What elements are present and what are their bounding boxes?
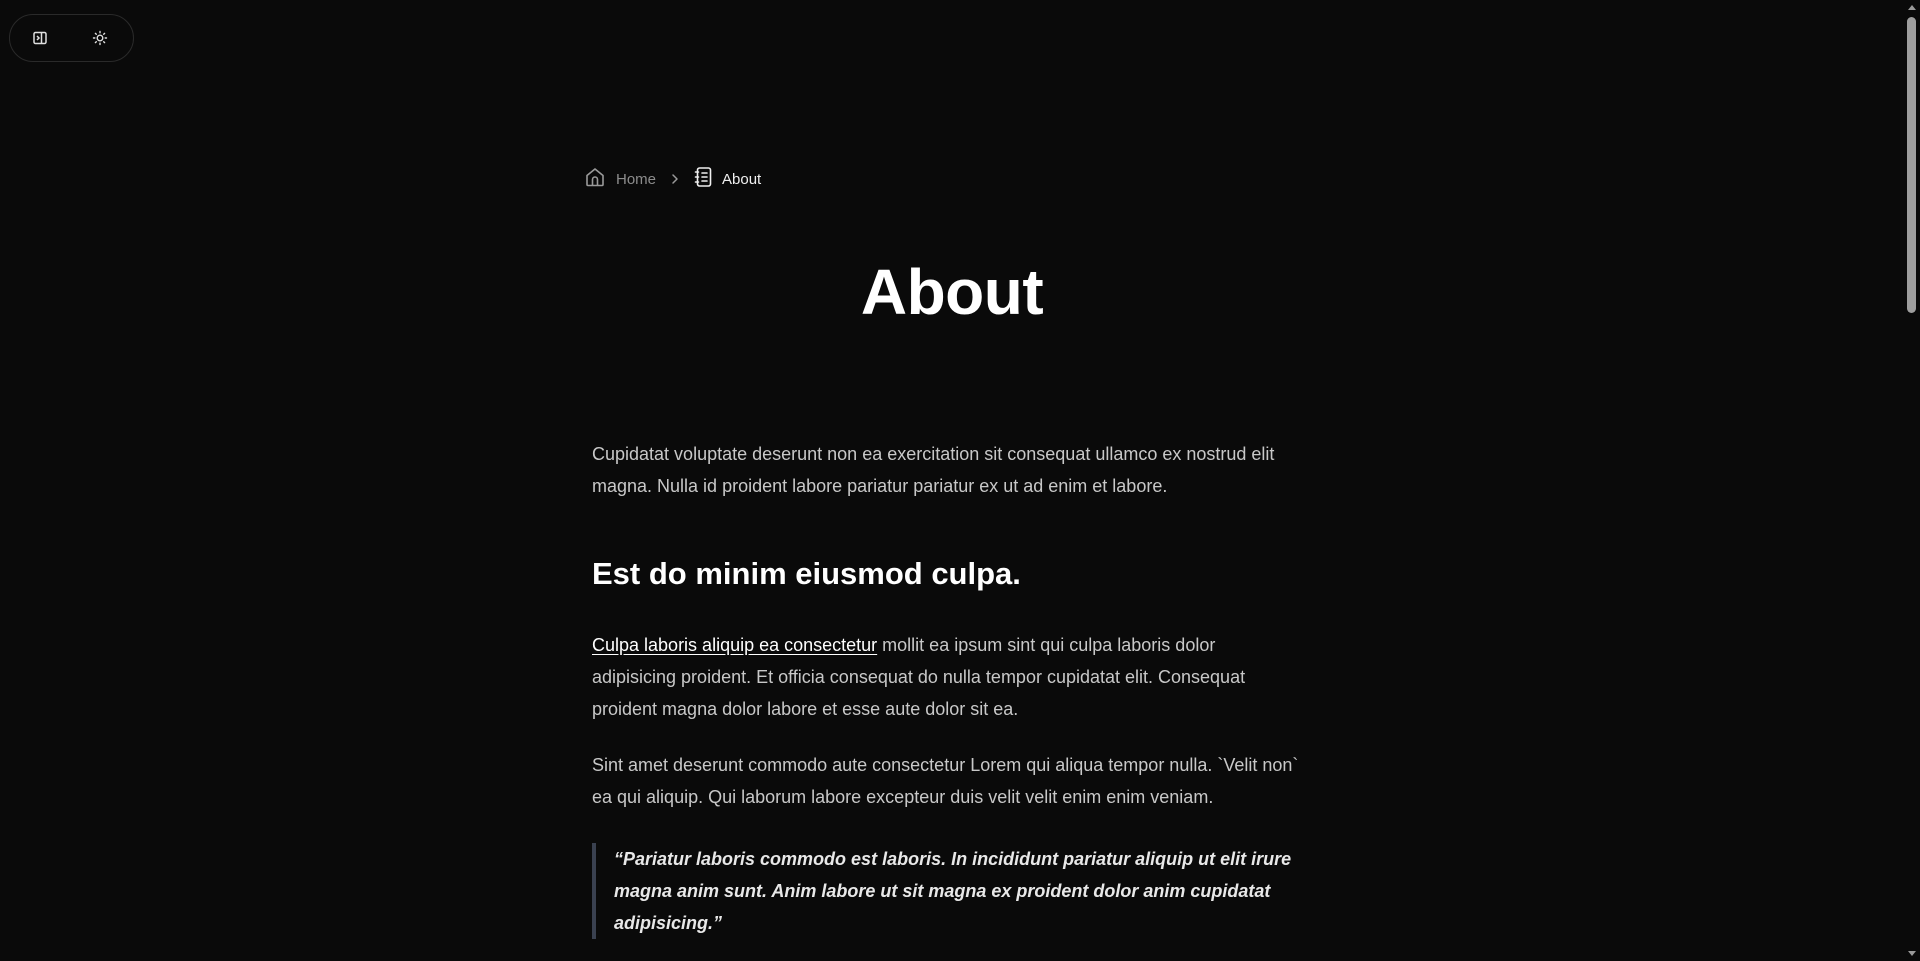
breadcrumb-current: About <box>694 166 761 192</box>
section-heading: Est do minim eiusmod culpa. <box>592 556 1021 591</box>
breadcrumb-home-label: Home <box>616 170 657 188</box>
paragraph-3: Sint amet deserunt commodo aute consecte… <box>592 755 1299 807</box>
floating-controls <box>9 14 134 62</box>
notebook-icon <box>694 166 714 192</box>
page-title: About <box>860 256 1044 328</box>
scroll-thumb[interactable] <box>1907 17 1916 313</box>
page-viewport: Home About About Cupidatat voluptate des… <box>0 0 1920 961</box>
chevron-right-icon <box>670 173 680 185</box>
sun-icon <box>92 30 108 46</box>
inline-link[interactable]: Culpa laboris aliquip ea consectetur <box>592 635 877 655</box>
home-icon <box>584 166 606 192</box>
scroll-up-arrow[interactable] <box>1908 5 1916 10</box>
breadcrumb-current-label: About <box>722 170 762 188</box>
breadcrumb: Home About <box>584 166 761 192</box>
theme-toggle-button[interactable] <box>70 15 130 61</box>
intro-paragraph: Cupidatat voluptate deserunt non ea exer… <box>592 444 1275 496</box>
blockquote: “Pariatur laboris commodo est laboris. I… <box>592 843 1304 939</box>
breadcrumb-home-link[interactable]: Home <box>584 166 656 192</box>
sidebar-panel-icon <box>32 30 48 46</box>
sidebar-toggle-button[interactable] <box>10 15 70 61</box>
scroll-down-arrow[interactable] <box>1908 951 1916 956</box>
paragraph-2: Culpa laboris aliquip ea consectetur mol… <box>592 629 1304 725</box>
vertical-scrollbar[interactable] <box>1904 0 1920 961</box>
